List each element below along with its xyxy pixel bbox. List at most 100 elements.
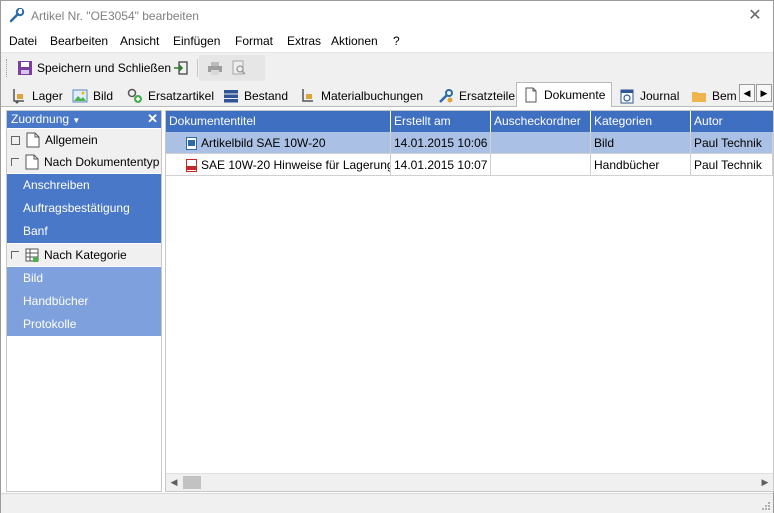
tab-materialbuchungen[interactable]: Materialbuchungen: [300, 85, 423, 106]
list-item[interactable]: Handbücher: [7, 290, 161, 313]
cell-author: Paul Technik: [691, 132, 773, 154]
tab-scroll-right-button[interactable]: ▶: [756, 84, 772, 102]
group-allgemein-label: Allgemein: [45, 133, 98, 147]
cell-title: SAE 10W-20 Hinweise für Lagerung: [166, 154, 391, 176]
pdf-file-icon: [186, 159, 197, 173]
menu-extras[interactable]: Extras: [287, 34, 321, 48]
image-icon: [72, 89, 88, 102]
tab-strip: Lager Bild Ersatzartikel Bestand Materia…: [1, 82, 773, 107]
column-header-author[interactable]: Autor: [691, 111, 773, 132]
exit-icon[interactable]: [173, 60, 189, 76]
group-allgemein[interactable]: Allgemein: [7, 129, 161, 151]
tab-lager[interactable]: Lager: [11, 85, 63, 106]
assignment-dropdown[interactable]: Zuordnung ▼: [11, 112, 80, 126]
category-items: Bild Handbücher Protokolle: [7, 267, 161, 336]
collapse-toggle-icon[interactable]: [11, 158, 19, 166]
group-nach-kategorie-label: Nach Kategorie: [44, 248, 127, 262]
list-item[interactable]: Auftragsbestätigung: [7, 197, 161, 220]
scroll-right-button[interactable]: ▶: [757, 475, 773, 490]
tab-journal-label: Journal: [640, 88, 680, 103]
tab-materialbuchungen-label: Materialbuchungen: [321, 88, 424, 103]
status-bar: [1, 493, 773, 513]
cell-author: Paul Technik: [691, 154, 773, 176]
tab-bild[interactable]: Bild: [72, 85, 113, 106]
column-header-title[interactable]: Dokumententitel: [166, 111, 391, 132]
title-bar: Artikel Nr. "OE3054" bearbeiten ✕: [1, 1, 773, 32]
tab-ersatzartikel-label: Ersatzartikel: [148, 88, 215, 103]
resize-grip-icon[interactable]: [761, 501, 771, 511]
cell-created: 14.01.2015 10:06: [391, 132, 491, 154]
cell-title: Artikelbild SAE 10W-20: [166, 132, 391, 154]
table-row[interactable]: Artikelbild SAE 10W-20 14.01.2015 10:06 …: [166, 132, 773, 154]
horizontal-scrollbar[interactable]: ◀ ▶: [166, 473, 773, 491]
menu-help[interactable]: ?: [393, 34, 400, 48]
tab-bemerkungen[interactable]: Bem: [691, 85, 737, 106]
document-title: SAE 10W-20 Hinweise für Lagerung: [201, 158, 391, 172]
menu-aktionen[interactable]: Aktionen: [331, 34, 378, 48]
image-file-icon: [186, 137, 197, 151]
list-item[interactable]: Anschreiben: [7, 174, 161, 197]
tab-bild-label: Bild: [93, 88, 114, 103]
menu-bar: Datei Bearbeiten Ansicht Einfügen Format…: [1, 32, 773, 52]
journal-icon: [620, 89, 634, 103]
save-and-close-label: Speichern und Schließen: [37, 61, 172, 75]
forklift-icon: [13, 88, 24, 103]
menu-einfuegen[interactable]: Einfügen: [173, 34, 220, 48]
category-table-icon: [25, 248, 39, 262]
print-icon[interactable]: [207, 60, 223, 76]
assignment-panel-header: Zuordnung ▼ ✕: [7, 111, 161, 128]
booking-icon: [302, 88, 313, 102]
menu-bearbeiten[interactable]: Bearbeiten: [50, 34, 108, 48]
tab-bestand[interactable]: Bestand: [223, 85, 288, 106]
toolbar-grip[interactable]: [6, 59, 10, 77]
document-editor-window: Artikel Nr. "OE3054" bearbeiten ✕ Datei …: [0, 0, 774, 513]
documents-table: Dokumententitel Erstellt am Auscheckordn…: [165, 110, 774, 492]
save-icon: [18, 61, 32, 75]
table-header: Dokumententitel Erstellt am Auscheckordn…: [166, 111, 773, 132]
list-item[interactable]: Bild: [7, 267, 161, 290]
document-icon: [26, 132, 40, 148]
tab-journal[interactable]: Journal: [619, 85, 679, 106]
column-header-created[interactable]: Erstellt am: [391, 111, 491, 132]
menu-ansicht[interactable]: Ansicht: [120, 34, 159, 48]
scroll-thumb[interactable]: [183, 476, 201, 489]
assignment-panel-title: Zuordnung: [11, 112, 70, 126]
toolbar-separator: [197, 59, 198, 77]
assignment-panel: Zuordnung ▼ ✕ Allgemein Nach Dokumentent…: [6, 110, 162, 492]
menu-datei[interactable]: Datei: [9, 34, 37, 48]
table-row[interactable]: SAE 10W-20 Hinweise für Lagerung 14.01.2…: [166, 154, 773, 176]
replacement-icon: [127, 88, 142, 103]
list-item[interactable]: Banf: [7, 220, 161, 243]
tab-ersatzartikel[interactable]: Ersatzartikel: [127, 85, 214, 106]
cell-category: Bild: [591, 132, 691, 154]
column-header-checkout[interactable]: Auscheckordner: [491, 111, 591, 132]
column-header-categories[interactable]: Kategorien: [591, 111, 691, 132]
tab-dokumente-label: Dokumente: [544, 88, 606, 102]
parts-icon: [439, 88, 453, 103]
window-title: Artikel Nr. "OE3054" bearbeiten: [31, 9, 199, 23]
tab-scroll-left-button[interactable]: ◀: [739, 84, 755, 102]
tab-dokumente[interactable]: Dokumente: [516, 82, 613, 107]
toolbar: Speichern und Schließen: [1, 52, 773, 84]
menu-format[interactable]: Format: [235, 34, 273, 48]
collapse-toggle-icon[interactable]: [11, 135, 20, 145]
save-and-close-button[interactable]: Speichern und Schließen: [13, 56, 175, 80]
tab-bestand-label: Bestand: [244, 88, 289, 103]
close-panel-button[interactable]: ✕: [147, 111, 158, 127]
tab-lager-label: Lager: [32, 88, 63, 103]
cell-created: 14.01.2015 10:07: [391, 154, 491, 176]
list-item[interactable]: Protokolle: [7, 313, 161, 336]
group-nach-dokumententyp[interactable]: Nach Dokumententyp: [7, 151, 161, 173]
cell-checkout: [491, 132, 591, 154]
chevron-down-icon: ▼: [72, 116, 81, 125]
collapse-toggle-icon[interactable]: [11, 251, 19, 259]
print-preview-icon[interactable]: [231, 60, 247, 76]
tab-ersatzteile-label: Ersatzteile: [459, 88, 516, 103]
folder-icon: [692, 91, 706, 102]
scroll-left-button[interactable]: ◀: [166, 475, 182, 490]
stock-icon: [224, 89, 238, 102]
doctype-items: Anschreiben Auftragsbestätigung Banf: [7, 174, 161, 243]
close-window-button[interactable]: ✕: [743, 5, 767, 27]
tab-ersatzteile[interactable]: Ersatzteile: [438, 85, 515, 106]
group-nach-kategorie[interactable]: Nach Kategorie: [7, 244, 161, 266]
